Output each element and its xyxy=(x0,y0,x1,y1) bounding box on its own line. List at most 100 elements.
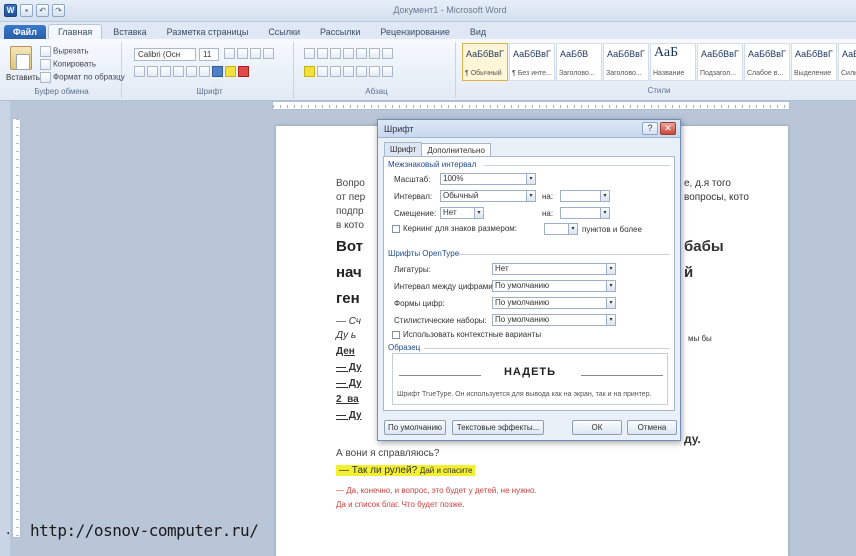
tab-file[interactable]: Файл xyxy=(4,25,46,39)
doc-line: в кото xyxy=(336,220,364,231)
stylistic-sets-select[interactable]: По умолчанию ▾ xyxy=(492,314,616,326)
tab-font[interactable]: Шрифт xyxy=(384,142,423,156)
scale-select[interactable]: 100% ▾ xyxy=(440,173,536,185)
doc-dialog-line: — Ду xyxy=(336,378,362,389)
chevron-down-icon: ▾ xyxy=(526,174,535,184)
redo-icon[interactable]: ↷ xyxy=(52,4,65,17)
subscript-icon[interactable] xyxy=(186,66,197,77)
grow-font-icon[interactable] xyxy=(224,48,235,59)
align-right-icon[interactable] xyxy=(330,66,341,77)
position-by-spinner[interactable]: ▾ xyxy=(560,207,610,219)
spacing-by-spinner[interactable]: ▾ xyxy=(560,190,610,202)
section-preview: Образец xyxy=(388,343,421,352)
font-name-combo[interactable]: Calibri (Осн xyxy=(134,48,196,61)
section-divider xyxy=(484,165,670,166)
format-painter-button[interactable]: Формат по образцу xyxy=(40,72,125,83)
tab-insert[interactable]: Вставка xyxy=(104,25,155,39)
save-icon[interactable]: ▪ xyxy=(20,4,33,17)
strikethrough-icon[interactable] xyxy=(173,66,184,77)
ligatures-label: Лигатуры: xyxy=(394,265,431,274)
doc-line-fragment: вопросы, кото xyxy=(684,192,749,203)
style-name-label: Слабое в... xyxy=(747,70,784,77)
styles-gallery: АаБбВвГ ¶ Обычный АаБбВвГ ¶ Без инте... АаБб… xyxy=(462,43,856,81)
brush-icon xyxy=(40,72,51,83)
doc-heading-line: ген xyxy=(336,290,360,307)
number-forms-select[interactable]: По умолчанию ▾ xyxy=(492,297,616,309)
close-icon[interactable]: ✕ xyxy=(660,122,676,135)
number-spacing-select[interactable]: По умолчанию ▾ xyxy=(492,280,616,292)
section-opentype: Шрифты OpenType xyxy=(388,249,460,258)
doc-line: А вони я справляюсь? xyxy=(336,448,440,459)
kerning-checkbox[interactable]: Кернинг для знаков размером: xyxy=(392,224,517,233)
align-left-icon[interactable] xyxy=(304,66,315,77)
copy-button[interactable]: Копировать xyxy=(40,59,96,70)
multilevel-list-icon[interactable] xyxy=(330,48,341,59)
style-item[interactable]: АаБбВ Сильное... xyxy=(838,43,856,81)
cancel-button[interactable]: Отмена xyxy=(627,420,677,435)
bold-icon[interactable] xyxy=(134,66,145,77)
vertical-ruler[interactable] xyxy=(12,118,21,538)
word-app-icon[interactable]: W xyxy=(4,4,17,17)
tab-mailings[interactable]: Рассылки xyxy=(311,25,369,39)
superscript-icon[interactable] xyxy=(199,66,210,77)
shading-icon[interactable] xyxy=(369,66,380,77)
site-url-watermark: http://osnov-computer.ru/ xyxy=(30,521,259,540)
change-case-icon[interactable] xyxy=(250,48,261,59)
chevron-down-icon: ▾ xyxy=(606,315,615,325)
clipboard-group: Вставить Вырезать Копировать Формат по о… xyxy=(2,42,125,98)
increase-indent-icon[interactable] xyxy=(356,48,367,59)
style-item[interactable]: АаБбВвГ ¶ Без инте... xyxy=(509,43,555,81)
tab-references[interactable]: Ссылки xyxy=(259,25,309,39)
chevron-down-icon: ▾ xyxy=(526,191,535,201)
line-spacing-icon[interactable] xyxy=(356,66,367,77)
font-size-combo[interactable]: 11 xyxy=(199,48,219,61)
set-default-button[interactable]: По умолчанию xyxy=(384,420,446,435)
dialog-title-bar[interactable]: Шрифт ? ✕ xyxy=(378,120,680,138)
text-effects-button[interactable]: Текстовые эффекты... xyxy=(452,420,544,435)
contextual-alternates-checkbox[interactable]: Использовать контекстные варианты xyxy=(392,330,541,339)
decrease-indent-icon[interactable] xyxy=(343,48,354,59)
style-item[interactable]: АаБбВвГ Подзагол... xyxy=(697,43,743,81)
numbering-icon[interactable] xyxy=(317,48,328,59)
tab-page-layout[interactable]: Разметка страницы xyxy=(158,25,258,39)
style-item[interactable]: АаБбВвГ Выделение xyxy=(791,43,837,81)
cut-button[interactable]: Вырезать xyxy=(40,46,89,57)
sort-icon[interactable] xyxy=(369,48,380,59)
paste-label[interactable]: Вставить xyxy=(6,73,40,82)
shrink-font-icon[interactable] xyxy=(237,48,248,59)
tab-home[interactable]: Главная xyxy=(47,24,103,39)
spacing-select[interactable]: Обычный ▾ xyxy=(440,190,536,202)
borders-icon[interactable] xyxy=(382,66,393,77)
font-group-label: Шрифт xyxy=(196,87,223,96)
tab-review[interactable]: Рецензирование xyxy=(371,25,459,39)
font-preview-box: НАДЕТЬ Шрифт TrueType. Он используется д… xyxy=(392,353,668,405)
clear-format-icon[interactable] xyxy=(263,48,274,59)
text-effects-icon[interactable] xyxy=(212,66,223,77)
highlight-icon[interactable] xyxy=(225,66,236,77)
horizontal-ruler[interactable] xyxy=(272,101,790,110)
kerning-spinner[interactable]: ▾ xyxy=(544,223,578,235)
tab-advanced[interactable]: Дополнительно xyxy=(421,143,491,157)
position-select[interactable]: Нет ▾ xyxy=(440,207,484,219)
undo-icon[interactable]: ↶ xyxy=(36,4,49,17)
tab-view[interactable]: Вид xyxy=(461,25,495,39)
style-sample-text: АаБбВвГ xyxy=(795,49,833,59)
style-item[interactable]: АаБбВ Заголово... xyxy=(556,43,602,81)
ligatures-select[interactable]: Нет ▾ xyxy=(492,263,616,275)
preview-sample-text: НАДЕТЬ xyxy=(503,366,557,378)
italic-icon[interactable] xyxy=(147,66,158,77)
ok-button[interactable]: ОК xyxy=(572,420,622,435)
style-item[interactable]: АаБ Название xyxy=(650,43,696,81)
style-item[interactable]: АаБбВвГ Заголово... xyxy=(603,43,649,81)
style-item[interactable]: АаБбВвГ Слабое в... xyxy=(744,43,790,81)
paste-icon[interactable] xyxy=(10,46,32,70)
underline-icon[interactable] xyxy=(160,66,171,77)
style-item[interactable]: АаБбВвГ ¶ Обычный xyxy=(462,43,508,81)
paragraph-group: Абзац xyxy=(298,42,456,98)
font-color-icon[interactable] xyxy=(238,66,249,77)
align-center-icon[interactable] xyxy=(317,66,328,77)
help-icon[interactable]: ? xyxy=(642,122,658,135)
justify-icon[interactable] xyxy=(343,66,354,77)
bullets-icon[interactable] xyxy=(304,48,315,59)
pilcrow-icon[interactable] xyxy=(382,48,393,59)
